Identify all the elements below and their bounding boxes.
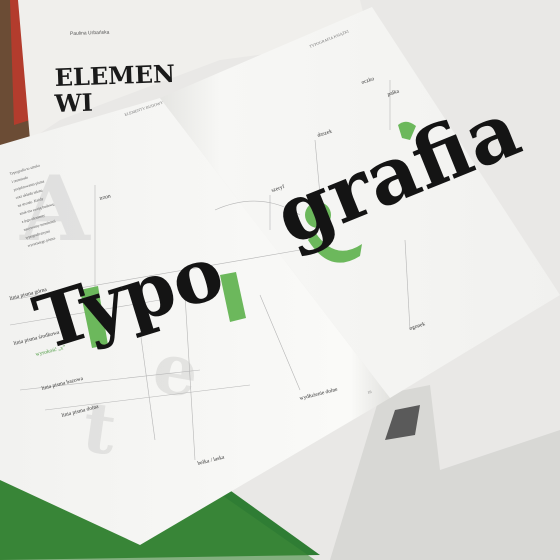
photo-scene: Paulina Urbańska ELEMEN WI A t e ELEMENT… xyxy=(0,0,560,560)
background-title-line-2: WI xyxy=(53,88,93,118)
background-title-line-1: ELEMEN xyxy=(54,59,175,92)
